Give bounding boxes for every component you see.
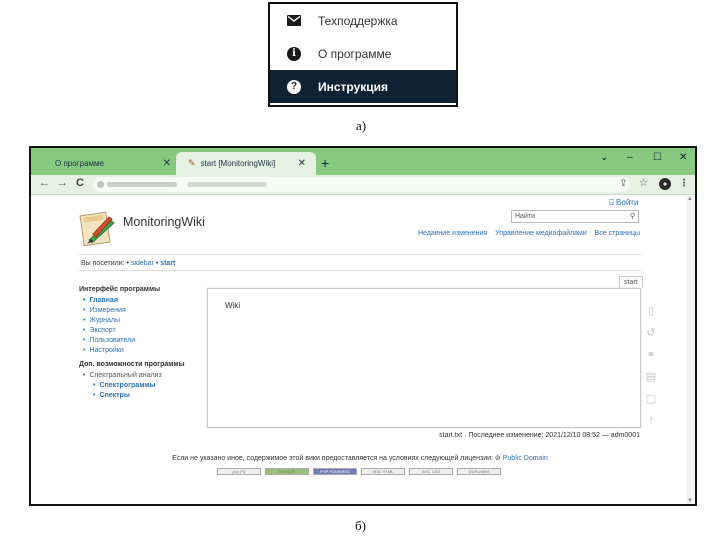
sidebar-item-spectra[interactable]: Спектры: [93, 391, 209, 401]
menu-item-about[interactable]: i О программе: [270, 37, 456, 70]
page-tools: ▯ ↺ ⚭ ▤ ▢ ↑: [643, 304, 659, 436]
page-icon[interactable]: ▢: [643, 392, 659, 414]
search-icon[interactable]: ⚲: [630, 212, 635, 220]
menu-kebab-icon[interactable]: ⋮: [679, 178, 689, 189]
menu-item-manual[interactable]: ? Инструкция: [270, 70, 456, 103]
tab-close-icon[interactable]: ✕: [298, 158, 306, 169]
reload-button[interactable]: C: [76, 177, 84, 189]
sidebar-item-spectral-analysis: Спектральный анализ: [83, 371, 209, 381]
tab-about[interactable]: О программе ✕: [43, 152, 181, 175]
scroll-down-icon[interactable]: ▼: [687, 498, 693, 504]
sidebar-item-settings[interactable]: Настройки: [83, 346, 209, 356]
sitemap-link[interactable]: Все страницы: [595, 230, 640, 237]
menu-item-support[interactable]: Техподдержка: [270, 4, 456, 37]
app-menu: Техподдержка i О программе ? Инструкция: [268, 2, 458, 107]
back-button[interactable]: ←: [39, 177, 50, 189]
doc-info: start.txt · Последнее изменение: 2021/12…: [439, 432, 640, 439]
tab-close-icon[interactable]: ✕: [163, 158, 171, 169]
sidebar-item-export[interactable]: Экспорт: [83, 326, 209, 336]
scroll-up-icon[interactable]: ▲: [687, 196, 693, 202]
url-text-blurred: [107, 182, 177, 187]
tab-label: О программе: [55, 159, 104, 168]
sidebar-item-spectrograms[interactable]: Спектрограммы: [93, 381, 209, 391]
sidebar-item-main[interactable]: Главная: [83, 296, 209, 306]
search-input[interactable]: Найти ⚲: [511, 210, 639, 223]
login-link[interactable]: ⍈ Войти: [609, 198, 638, 208]
maximize-button[interactable]: ☐: [653, 152, 662, 163]
address-bar: ← → C ⇪ ☆ ● ⋮: [31, 175, 695, 195]
media-manager-link[interactable]: Управление медиафайлами: [495, 230, 587, 237]
sidebar-item-users[interactable]: Пользователи: [83, 336, 209, 346]
public-domain-icon: ⊘: [494, 455, 501, 462]
login-label: Войти: [616, 198, 639, 207]
breadcrumb: Вы посетили: • sidebar • start: [81, 260, 176, 267]
sidebar-item-logs[interactable]: Журналы: [83, 316, 209, 326]
search-placeholder: Найти: [515, 213, 535, 220]
minimize-button[interactable]: –: [627, 152, 633, 163]
tab-search-chevron-icon[interactable]: ⌄: [600, 152, 608, 163]
license-text: Если не указано иное, содержимое этой ви…: [172, 455, 493, 462]
login-icon: ⍈: [609, 198, 614, 207]
scrollbar[interactable]: ▲ ▼: [686, 196, 695, 504]
forward-button[interactable]: →: [57, 177, 68, 189]
badge-pd[interactable]: (cc) PD: [217, 468, 261, 475]
url-input[interactable]: [93, 177, 630, 192]
tab-start[interactable]: ✎ start [MonitoringWiki] ✕: [176, 152, 316, 175]
wiki-page: ⍈ Войти MonitoringWiki Найти ⚲ Недавние …: [31, 196, 689, 504]
profile-avatar-icon[interactable]: ●: [659, 178, 671, 190]
page-id-tag: start: [619, 276, 643, 288]
sidebar-heading: Интерфейс программы: [79, 286, 161, 293]
breadcrumb-item-start[interactable]: start: [160, 260, 175, 267]
page-content: Wiki: [225, 301, 241, 310]
badge-w3c-css[interactable]: W3C CSS: [409, 468, 453, 475]
dokuwiki-logo-icon: [79, 211, 115, 247]
mail-icon: [286, 13, 302, 29]
help-icon: ?: [286, 79, 302, 95]
badge-dokuwiki[interactable]: DOKUWIKI: [457, 468, 501, 475]
license-line: Если не указано иное, содержимое этой ви…: [31, 454, 689, 462]
footer-badges: (cc) PD DONATE PHP POWERED W3C HTML W3C …: [217, 468, 501, 475]
sidebar: Интерфейс программы Главная Измерения Жу…: [79, 286, 209, 406]
sidebar-heading: Доп. возможности программы: [79, 361, 185, 368]
content-area: Wiki: [207, 288, 641, 428]
badge-php[interactable]: PHP POWERED: [313, 468, 357, 475]
breadcrumb-label: Вы посетили:: [81, 260, 125, 267]
title-bar: О программе ✕ ✎ start [MonitoringWiki] ✕…: [31, 148, 695, 175]
browser-window: О программе ✕ ✎ start [MonitoringWiki] ✕…: [29, 146, 697, 506]
menu-item-label: Техподдержка: [318, 13, 398, 28]
bookmark-star-icon[interactable]: ☆: [639, 178, 648, 189]
new-tab-button[interactable]: +: [321, 155, 329, 171]
menu-item-label: Инструкция: [318, 79, 389, 94]
caption-b: б): [355, 518, 366, 533]
backlinks-icon[interactable]: ⚭: [643, 348, 659, 370]
close-window-button[interactable]: ✕: [679, 152, 687, 163]
badge-donate[interactable]: DONATE: [265, 468, 309, 475]
caption-a: а): [356, 118, 367, 133]
tab-label: start [MonitoringWiki]: [200, 159, 276, 168]
site-info-icon[interactable]: [97, 181, 104, 188]
dokuwiki-favicon-icon: ✎: [188, 158, 196, 168]
recent-changes-link[interactable]: Недавние изменения: [418, 230, 487, 237]
view-source-icon[interactable]: ▯: [643, 304, 659, 326]
breadcrumb-item-sidebar[interactable]: sidebar: [131, 260, 154, 267]
breadcrumb-divider: [79, 270, 641, 271]
url-text-blurred: [187, 182, 267, 187]
top-links: Недавние изменения Управление медиафайла…: [412, 230, 640, 237]
old-revisions-icon[interactable]: ↺: [643, 326, 659, 348]
header-divider: [79, 254, 641, 255]
share-icon[interactable]: ⇪: [619, 178, 627, 189]
menu-item-label: О программе: [318, 46, 392, 61]
sidebar-item-measurements[interactable]: Измерения: [83, 306, 209, 316]
wiki-title[interactable]: MonitoringWiki: [123, 215, 205, 229]
pdf-export-icon[interactable]: ▤: [643, 370, 659, 392]
badge-w3c-html[interactable]: W3C HTML: [361, 468, 405, 475]
public-domain-link[interactable]: Public Domain: [503, 455, 548, 462]
back-to-top-icon[interactable]: ↑: [643, 414, 659, 436]
info-icon: i: [286, 46, 302, 62]
